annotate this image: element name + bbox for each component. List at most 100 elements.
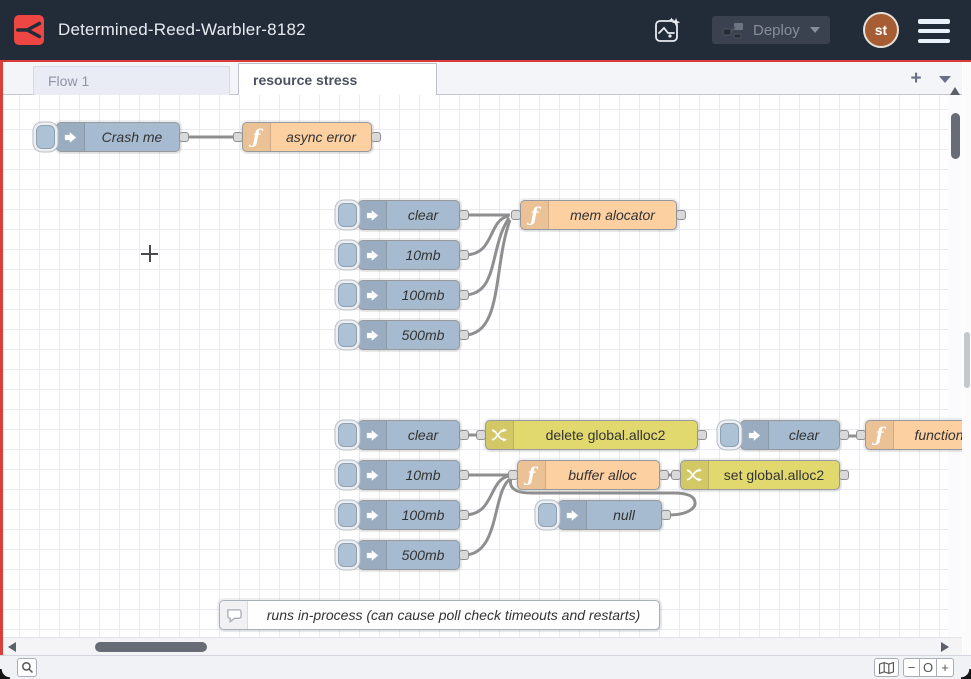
search-icon (21, 661, 34, 674)
browser-scroll-thumb[interactable] (964, 332, 970, 388)
function-node[interactable]: ƒ buffer alloc (517, 460, 660, 490)
scroll-up-icon[interactable] (950, 87, 960, 95)
output-port[interactable] (459, 330, 469, 340)
input-port[interactable] (508, 470, 518, 480)
input-port[interactable] (476, 430, 486, 440)
output-port[interactable] (179, 132, 189, 142)
flow-assistant-icon[interactable] (650, 12, 686, 48)
inject-trigger-button[interactable] (338, 283, 357, 307)
inject-trigger-button[interactable] (36, 125, 55, 149)
inject-trigger-button[interactable] (338, 503, 357, 527)
output-port[interactable] (459, 430, 469, 440)
comment-node[interactable]: runs in-process (can cause poll check ti… (219, 600, 660, 630)
node-label: buffer alloc (546, 461, 659, 489)
comment-bubble-icon (220, 601, 248, 629)
function-icon: ƒ (866, 421, 894, 449)
scroll-left-icon[interactable] (8, 642, 16, 652)
inject-node[interactable]: 100mb (358, 280, 460, 310)
output-port[interactable] (459, 290, 469, 300)
node-label: runs in-process (can cause poll check ti… (248, 601, 659, 629)
function-node[interactable]: ƒ mem alocator (520, 200, 677, 230)
inject-trigger-button[interactable] (338, 203, 357, 227)
zoom-in-button[interactable]: + (937, 658, 954, 677)
function-icon: ƒ (521, 201, 549, 229)
inject-node[interactable]: clear (740, 420, 840, 450)
inject-node[interactable]: null (558, 500, 662, 530)
inject-arrow-icon (741, 421, 769, 449)
scroll-right-icon[interactable] (941, 642, 949, 652)
function-node[interactable]: ƒ async error (242, 122, 372, 152)
window-corner (961, 669, 971, 679)
inject-node[interactable]: 100mb (358, 500, 460, 530)
zoom-reset-button[interactable]: O (920, 658, 937, 677)
deploy-label: Deploy (753, 22, 800, 39)
browser-scrollbar[interactable] (963, 62, 971, 655)
inject-arrow-icon (359, 461, 387, 489)
inject-trigger-button[interactable] (338, 543, 357, 567)
output-port[interactable] (839, 430, 849, 440)
deploy-dropdown-caret-icon[interactable] (810, 27, 820, 33)
zoom-out-button[interactable]: − (903, 658, 920, 677)
user-avatar[interactable]: st (863, 12, 899, 48)
instance-title: Determined-Reed-Warbler-8182 (58, 0, 306, 60)
horizontal-scroll-thumb[interactable] (95, 642, 207, 652)
inject-node[interactable]: Crash me (56, 122, 180, 152)
input-port[interactable] (856, 430, 866, 440)
vertical-scroll-thumb[interactable] (951, 113, 960, 159)
function-icon: ƒ (518, 461, 546, 489)
inject-trigger-button[interactable] (538, 503, 557, 527)
node-label: null (587, 501, 661, 529)
navigator-toggle-button[interactable] (874, 658, 899, 677)
output-port[interactable] (459, 550, 469, 560)
input-port[interactable] (511, 210, 521, 220)
input-port[interactable] (671, 470, 681, 480)
inject-node[interactable]: 500mb (358, 540, 460, 570)
inject-node[interactable]: 10mb (358, 460, 460, 490)
inject-arrow-icon (359, 501, 387, 529)
inject-trigger-button[interactable] (338, 323, 357, 347)
inject-node[interactable]: 500mb (358, 320, 460, 350)
node-label: 500mb (387, 321, 459, 349)
output-port[interactable] (459, 250, 469, 260)
flowfuse-editor-window: Determined-Reed-Warbler-8182 Deploy st (0, 0, 971, 679)
output-port[interactable] (371, 132, 381, 142)
deploy-button[interactable]: Deploy (712, 16, 830, 44)
search-flows-button[interactable] (17, 658, 37, 677)
inject-node[interactable]: clear (358, 200, 460, 230)
node-label: clear (387, 201, 459, 229)
wire[interactable] (464, 476, 509, 515)
inject-arrow-icon (359, 321, 387, 349)
input-port[interactable] (233, 132, 243, 142)
output-port[interactable] (839, 470, 849, 480)
inject-trigger-button[interactable] (338, 243, 357, 267)
output-port[interactable] (459, 210, 469, 220)
inject-trigger-button[interactable] (338, 423, 357, 447)
node-label: 10mb (387, 461, 459, 489)
inject-trigger-button[interactable] (338, 463, 357, 487)
output-port[interactable] (659, 470, 669, 480)
output-port[interactable] (459, 470, 469, 480)
change-node[interactable]: set global.alloc2 (680, 460, 840, 490)
horizontal-scrollbar[interactable] (3, 637, 962, 655)
vertical-scrollbar[interactable] (948, 85, 962, 655)
output-port[interactable] (676, 210, 686, 220)
wire[interactable] (464, 479, 510, 555)
output-port[interactable] (661, 510, 671, 520)
menu-bar-icon (918, 29, 950, 34)
menu-bar-icon (918, 39, 950, 44)
inject-node[interactable]: 10mb (358, 240, 460, 270)
main-menu-button[interactable] (918, 19, 950, 43)
change-node[interactable]: delete global.alloc2 (485, 420, 698, 450)
node-label: 100mb (387, 281, 459, 309)
flowfuse-logo-icon[interactable] (14, 15, 44, 45)
inject-arrow-icon (559, 501, 587, 529)
output-port[interactable] (459, 510, 469, 520)
node-label: delete global.alloc2 (514, 421, 697, 449)
workspace[interactable]: Flow 1 resource stress + Crash me (0, 62, 962, 655)
inject-trigger-button[interactable] (720, 423, 739, 447)
inject-node[interactable]: clear (358, 420, 460, 450)
inject-arrow-icon (57, 123, 85, 151)
window-corner (0, 669, 10, 679)
node-label: 500mb (387, 541, 459, 569)
output-port[interactable] (697, 430, 707, 440)
